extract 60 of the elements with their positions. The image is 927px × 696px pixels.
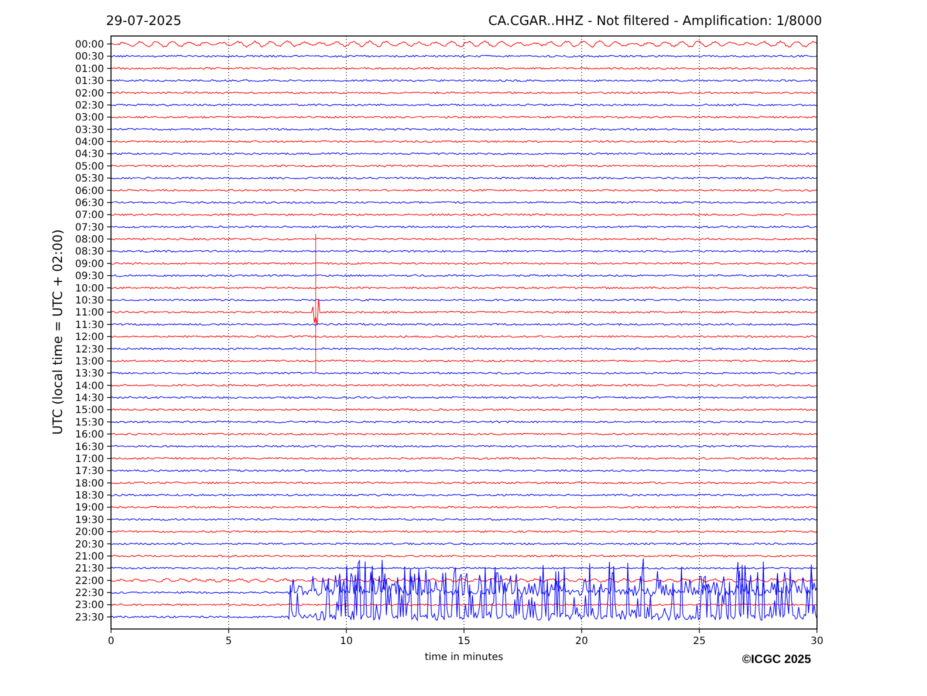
hour-label: 23:00	[75, 600, 104, 612]
hour-label: 05:30	[75, 174, 104, 185]
hour-label: 19:00	[75, 502, 104, 514]
hour-label: 20:00	[75, 527, 104, 538]
hour-label: 13:00	[75, 356, 104, 368]
hour-label: 04:30	[75, 149, 104, 160]
y-axis-label: UTC (local time = UTC + 02:00)	[51, 229, 66, 435]
hour-label: 01:30	[75, 76, 104, 88]
hour-label: 00:30	[75, 52, 104, 63]
hour-label: 22:00	[75, 576, 104, 587]
hour-label: 15:30	[75, 417, 104, 428]
hour-label: 20:30	[75, 539, 104, 550]
hour-label: 08:00	[75, 234, 104, 246]
x-tick-label: 5	[225, 636, 232, 647]
date-label: 29-07-2025	[106, 14, 182, 29]
hour-label: 17:00	[75, 454, 104, 465]
x-tick-label: 25	[692, 636, 706, 647]
hour-label: 03:00	[75, 112, 104, 124]
hour-label: 03:30	[75, 124, 104, 136]
hour-label: 10:30	[75, 296, 104, 306]
hour-label: 00:00	[75, 40, 104, 50]
x-tick-label: 10	[340, 636, 353, 647]
hour-label: 14:00	[75, 380, 104, 392]
hour-label: 06:00	[75, 186, 104, 197]
hour-label: 09:30	[75, 271, 104, 282]
copyright-label: ©ICGC 2025	[742, 652, 811, 666]
x-tick-label: 20	[575, 636, 588, 647]
hour-label: 04:00	[75, 137, 104, 148]
hour-label: 11:30	[75, 320, 104, 331]
hour-label: 02:30	[75, 100, 104, 112]
hour-label: 21:30	[75, 564, 104, 575]
hour-label: 05:00	[75, 161, 104, 172]
hour-label: 18:00	[75, 478, 104, 490]
hour-label: 10:00	[75, 283, 104, 294]
hour-label: 07:00	[75, 210, 104, 222]
hour-label: 15:00	[75, 405, 104, 416]
x-tick-label: 30	[810, 636, 824, 647]
hour-label: 07:30	[75, 222, 104, 234]
hour-label: 06:30	[75, 198, 104, 209]
hour-label: 09:00	[75, 258, 104, 270]
hour-label: 08:30	[75, 246, 104, 258]
hour-label: 12:00	[75, 332, 104, 344]
plot-title: CA.CGAR..HHZ - Not filtered - Amplification: 1/8000	[488, 14, 822, 29]
hour-label: 17:30	[75, 466, 104, 478]
hour-label: 18:30	[75, 490, 104, 502]
x-tick-label: 15	[458, 636, 470, 647]
hour-label: 12:30	[75, 344, 104, 356]
hour-label: 16:30	[75, 442, 104, 453]
hour-label: 16:00	[75, 430, 104, 441]
hour-label: 22:30	[75, 588, 104, 600]
hour-label: 02:00	[75, 88, 104, 100]
hour-label: 01:00	[75, 64, 104, 75]
hour-label: 14:30	[75, 393, 104, 404]
hour-label: 23:30	[75, 612, 104, 624]
x-tick-label: 0	[108, 636, 114, 647]
hour-label: 19:30	[75, 514, 104, 526]
hour-label: 11:00	[75, 308, 104, 319]
hour-label: 21:00	[75, 551, 104, 562]
x-axis-label: time in minutes	[424, 652, 504, 663]
hour-label: 13:30	[75, 368, 104, 380]
